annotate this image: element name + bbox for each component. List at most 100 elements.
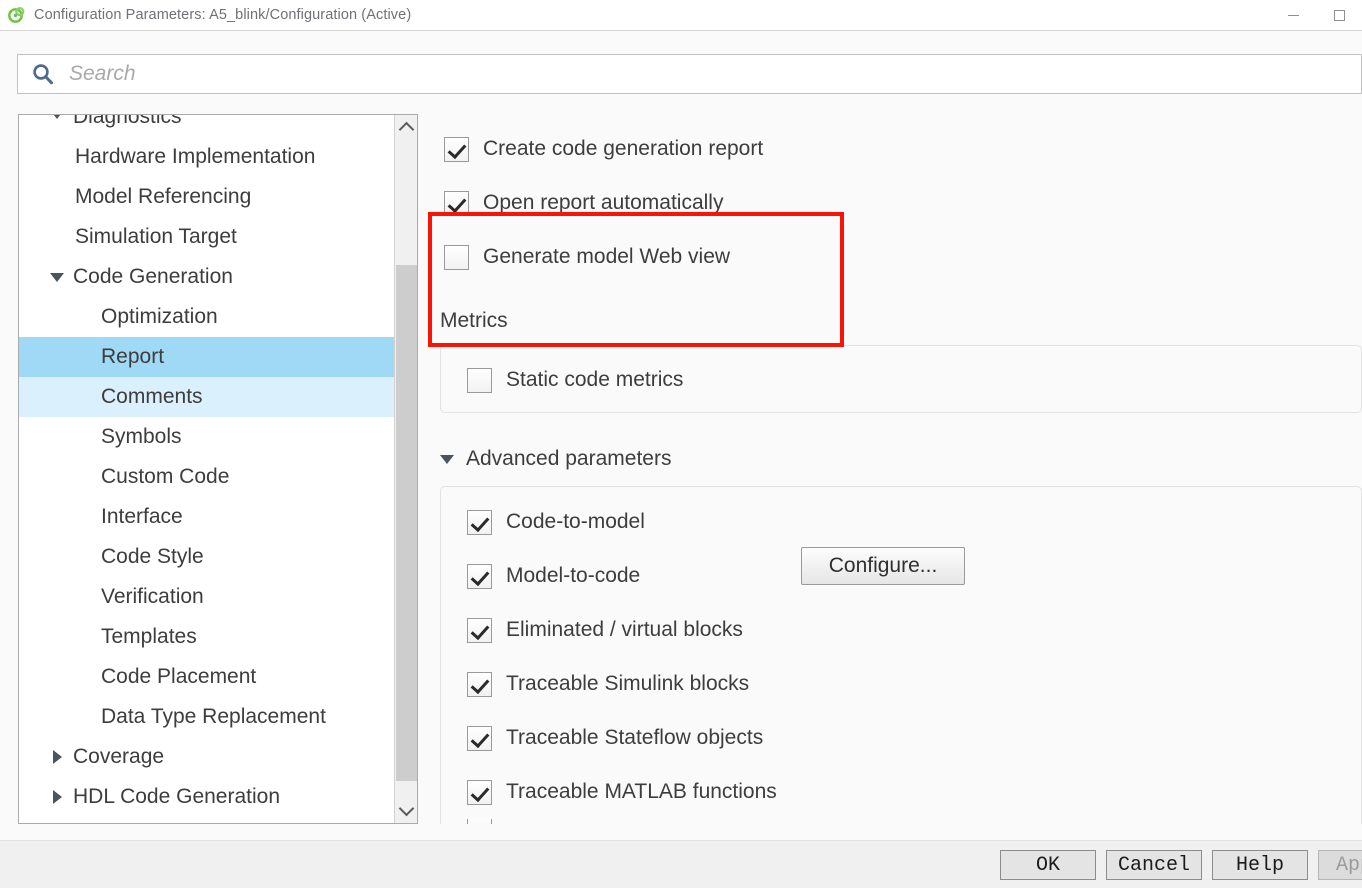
advanced-option-eliminated-virtual-blocks[interactable]: Eliminated / virtual blocks xyxy=(467,603,777,657)
cancel-button[interactable]: Cancel xyxy=(1106,850,1202,880)
ok-button[interactable]: OK xyxy=(1000,850,1096,880)
advanced-parameters-title: Advanced parameters xyxy=(466,447,672,470)
tree-item-report[interactable]: Report xyxy=(19,337,394,377)
checkbox-checked-icon[interactable] xyxy=(444,136,469,162)
tree-item-code-generation[interactable]: Code Generation xyxy=(19,257,394,297)
metric-option-static-code-metrics[interactable]: Static code metrics xyxy=(467,357,683,403)
advanced-option-traceable-matlab-functions[interactable]: Traceable MATLAB functions xyxy=(467,765,777,819)
checkbox-unchecked-icon[interactable] xyxy=(467,819,492,824)
tree-item-diagnostics[interactable]: Diagnostics xyxy=(19,115,394,137)
chevron-down-icon[interactable] xyxy=(49,269,65,285)
twisty-glyph xyxy=(50,115,64,119)
scrollbar-thumb[interactable] xyxy=(396,265,417,781)
tree-item-hardware-implementation[interactable]: Hardware Implementation xyxy=(19,137,394,177)
report-option-create-code-generation-report[interactable]: Create code generation report xyxy=(444,122,1344,176)
tree-item-label: Simulation Target xyxy=(75,225,237,248)
checkbox-checked-icon[interactable] xyxy=(444,190,469,216)
tree-item-model-referencing[interactable]: Model Referencing xyxy=(19,177,394,217)
checkbox-label: Eliminated / virtual blocks xyxy=(506,618,743,641)
metrics-title: Metrics xyxy=(440,309,508,332)
checkbox-label: Generate model Web view xyxy=(483,245,731,268)
checkbox-label: Traceable MATLAB functions xyxy=(506,780,777,803)
advanced-option-clipped[interactable] xyxy=(467,819,777,824)
report-settings-panel: Create code generation report Open report… xyxy=(426,114,1362,824)
checkbox-checked-icon[interactable] xyxy=(467,725,492,751)
title-bar: Configuration Parameters: A5_blink/Confi… xyxy=(0,0,1362,30)
advanced-parameters-header[interactable]: Advanced parameters xyxy=(440,444,1362,474)
minimize-button[interactable] xyxy=(1270,0,1316,30)
tree-item-verification[interactable]: Verification xyxy=(19,577,394,617)
tree-item-interface[interactable]: Interface xyxy=(19,497,394,537)
tree-item-label: Comments xyxy=(101,385,203,408)
metrics-groupbox: Static code metrics xyxy=(440,345,1362,413)
advanced-option-code-to-model[interactable]: Code-to-model xyxy=(467,495,777,549)
tree-item-code-placement[interactable]: Code Placement xyxy=(19,657,394,697)
maximize-button[interactable] xyxy=(1316,0,1362,30)
tree-item-label: Optimization xyxy=(101,305,218,328)
checkbox-checked-icon[interactable] xyxy=(467,779,492,805)
chevron-down-icon xyxy=(440,454,454,464)
checkbox-unchecked-icon[interactable] xyxy=(467,367,492,393)
tree-item-label: Code Generation xyxy=(73,265,233,288)
report-option-generate-model-web-view[interactable]: Generate model Web view xyxy=(444,230,1344,284)
chevron-right-icon[interactable] xyxy=(49,749,65,765)
tree-item-hdl-code-generation[interactable]: HDL Code Generation xyxy=(19,777,394,817)
checkbox-checked-icon[interactable] xyxy=(467,563,492,589)
tree-item-symbols[interactable]: Symbols xyxy=(19,417,394,457)
checkbox-unchecked-icon[interactable] xyxy=(444,244,469,270)
advanced-option-traceable-simulink-blocks[interactable]: Traceable Simulink blocks xyxy=(467,657,777,711)
checkbox-label: Traceable Stateflow objects xyxy=(506,726,764,749)
tree-item-code-style[interactable]: Code Style xyxy=(19,537,394,577)
tree-item-label: Custom Code xyxy=(101,465,230,488)
advanced-options-list: Code-to-model Model-to-code Eliminated / v… xyxy=(467,495,777,824)
window-title: Configuration Parameters: A5_blink/Confi… xyxy=(34,7,412,23)
tree-item-optimization[interactable]: Optimization xyxy=(19,297,394,337)
twisty-glyph xyxy=(52,790,62,804)
advanced-option-model-to-code[interactable]: Model-to-code xyxy=(467,549,777,603)
checkbox-checked-icon[interactable] xyxy=(467,509,492,535)
checkbox-checked-icon[interactable] xyxy=(467,617,492,643)
tree-item-label: Diagnostics xyxy=(73,115,182,128)
tree-item-data-type-replacement[interactable]: Data Type Replacement xyxy=(19,697,394,737)
search-input[interactable] xyxy=(67,57,1351,91)
checkbox-label: Traceable Simulink blocks xyxy=(506,672,750,695)
simulink-icon xyxy=(7,6,25,24)
tree-item-label: Code Placement xyxy=(101,665,257,688)
settings-tree-panel: Diagnostics Hardware Implementation Model … xyxy=(18,114,418,824)
twisty-glyph xyxy=(52,750,62,764)
maximize-icon xyxy=(1333,9,1345,21)
report-option-open-report-automatically[interactable]: Open report automatically xyxy=(444,176,1344,230)
advanced-option-traceable-stateflow-objects[interactable]: Traceable Stateflow objects xyxy=(467,711,777,765)
tree-item-templates[interactable]: Templates xyxy=(19,617,394,657)
metrics-section: Metrics Static code metrics xyxy=(440,309,1362,413)
configuration-parameters-dialog: Configuration Parameters: A5_blink/Confi… xyxy=(0,0,1362,888)
tree-item-custom-code[interactable]: Custom Code xyxy=(19,457,394,497)
tree-scrollbar[interactable] xyxy=(394,115,417,823)
tree-item-simulation-target[interactable]: Simulation Target xyxy=(19,217,394,257)
tree-item-coverage[interactable]: Coverage xyxy=(19,737,394,777)
chevron-down-icon xyxy=(398,800,414,817)
chevron-down-icon[interactable] xyxy=(49,115,65,122)
chevron-right-icon[interactable] xyxy=(49,789,65,805)
tree-item-label: Model Referencing xyxy=(75,185,252,208)
window-controls xyxy=(1270,0,1362,30)
help-button[interactable]: Help xyxy=(1212,850,1308,880)
checkbox-label: Static code metrics xyxy=(506,368,684,391)
search-box[interactable] xyxy=(17,54,1362,94)
scroll-up-button[interactable] xyxy=(395,117,417,139)
dialog-footer: OK Cancel Help Apply xyxy=(0,840,1362,888)
advanced-parameters-groupbox: Code-to-model Model-to-code Eliminated / v… xyxy=(440,486,1362,824)
apply-button[interactable]: Apply xyxy=(1318,850,1362,880)
tree-item-label: Report xyxy=(101,345,165,368)
tree-item-label: Hardware Implementation xyxy=(75,145,316,168)
tree-item-label: HDL Code Generation xyxy=(73,785,281,808)
configure-button[interactable]: Configure... xyxy=(801,547,965,585)
scroll-down-button[interactable] xyxy=(395,799,417,821)
dialog-body: Diagnostics Hardware Implementation Model … xyxy=(0,100,1362,840)
search-icon xyxy=(31,62,55,86)
settings-tree[interactable]: Diagnostics Hardware Implementation Model … xyxy=(19,115,394,823)
checkbox-checked-icon[interactable] xyxy=(467,671,492,697)
checkbox-label: Code-to-model xyxy=(506,510,645,533)
tree-item-label: Symbols xyxy=(101,425,182,448)
tree-item-comments[interactable]: Comments xyxy=(19,377,394,417)
